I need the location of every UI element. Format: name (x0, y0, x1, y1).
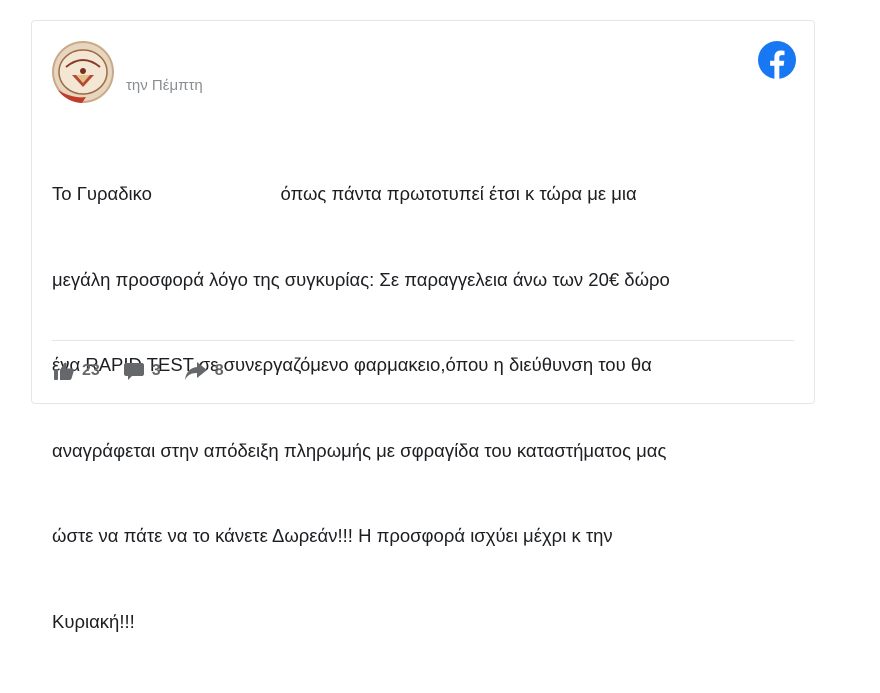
post-text-line: Το Γυραδικο όπως πάντα πρωτοτυπεί έτσι κ… (52, 183, 637, 204)
comment-button[interactable]: 3 (123, 362, 161, 380)
post-text-line: Κυριακή!!! (52, 610, 135, 632)
comment-count: 3 (151, 362, 161, 379)
like-button[interactable]: 23 (54, 362, 100, 380)
like-count: 23 (82, 362, 100, 379)
post-text-line: αναγράφεται στην απόδειξη πληρωμής με σφ… (52, 439, 667, 461)
facebook-post-card: την Πέμπτη Το Γυραδικο όπως πάντα πρωτοτ… (31, 20, 815, 632)
comment-icon (123, 363, 144, 380)
divider (52, 340, 794, 341)
post-timestamp[interactable]: την Πέμπτη (126, 77, 203, 94)
page-avatar[interactable] (52, 41, 114, 103)
share-count: 8 (214, 362, 224, 379)
thumbs-up-icon (54, 362, 74, 380)
post-actions-bar: 23 3 8 (54, 362, 248, 380)
facebook-icon[interactable] (758, 41, 796, 79)
post-text: Το Γυραδικο όπως πάντα πρωτοτυπεί έτσι κ… (52, 123, 792, 693)
post-text-line: μεγάλη προσφορά λόγο της συγκυρίας: Σε π… (52, 268, 670, 290)
page-logo-avatar-icon (52, 41, 114, 103)
post-text-line: ώστε να πάτε να το κάνετε Δωρεάν!!! Η πρ… (52, 525, 613, 546)
share-button[interactable]: 8 (184, 362, 224, 380)
share-arrow-icon (184, 362, 207, 380)
